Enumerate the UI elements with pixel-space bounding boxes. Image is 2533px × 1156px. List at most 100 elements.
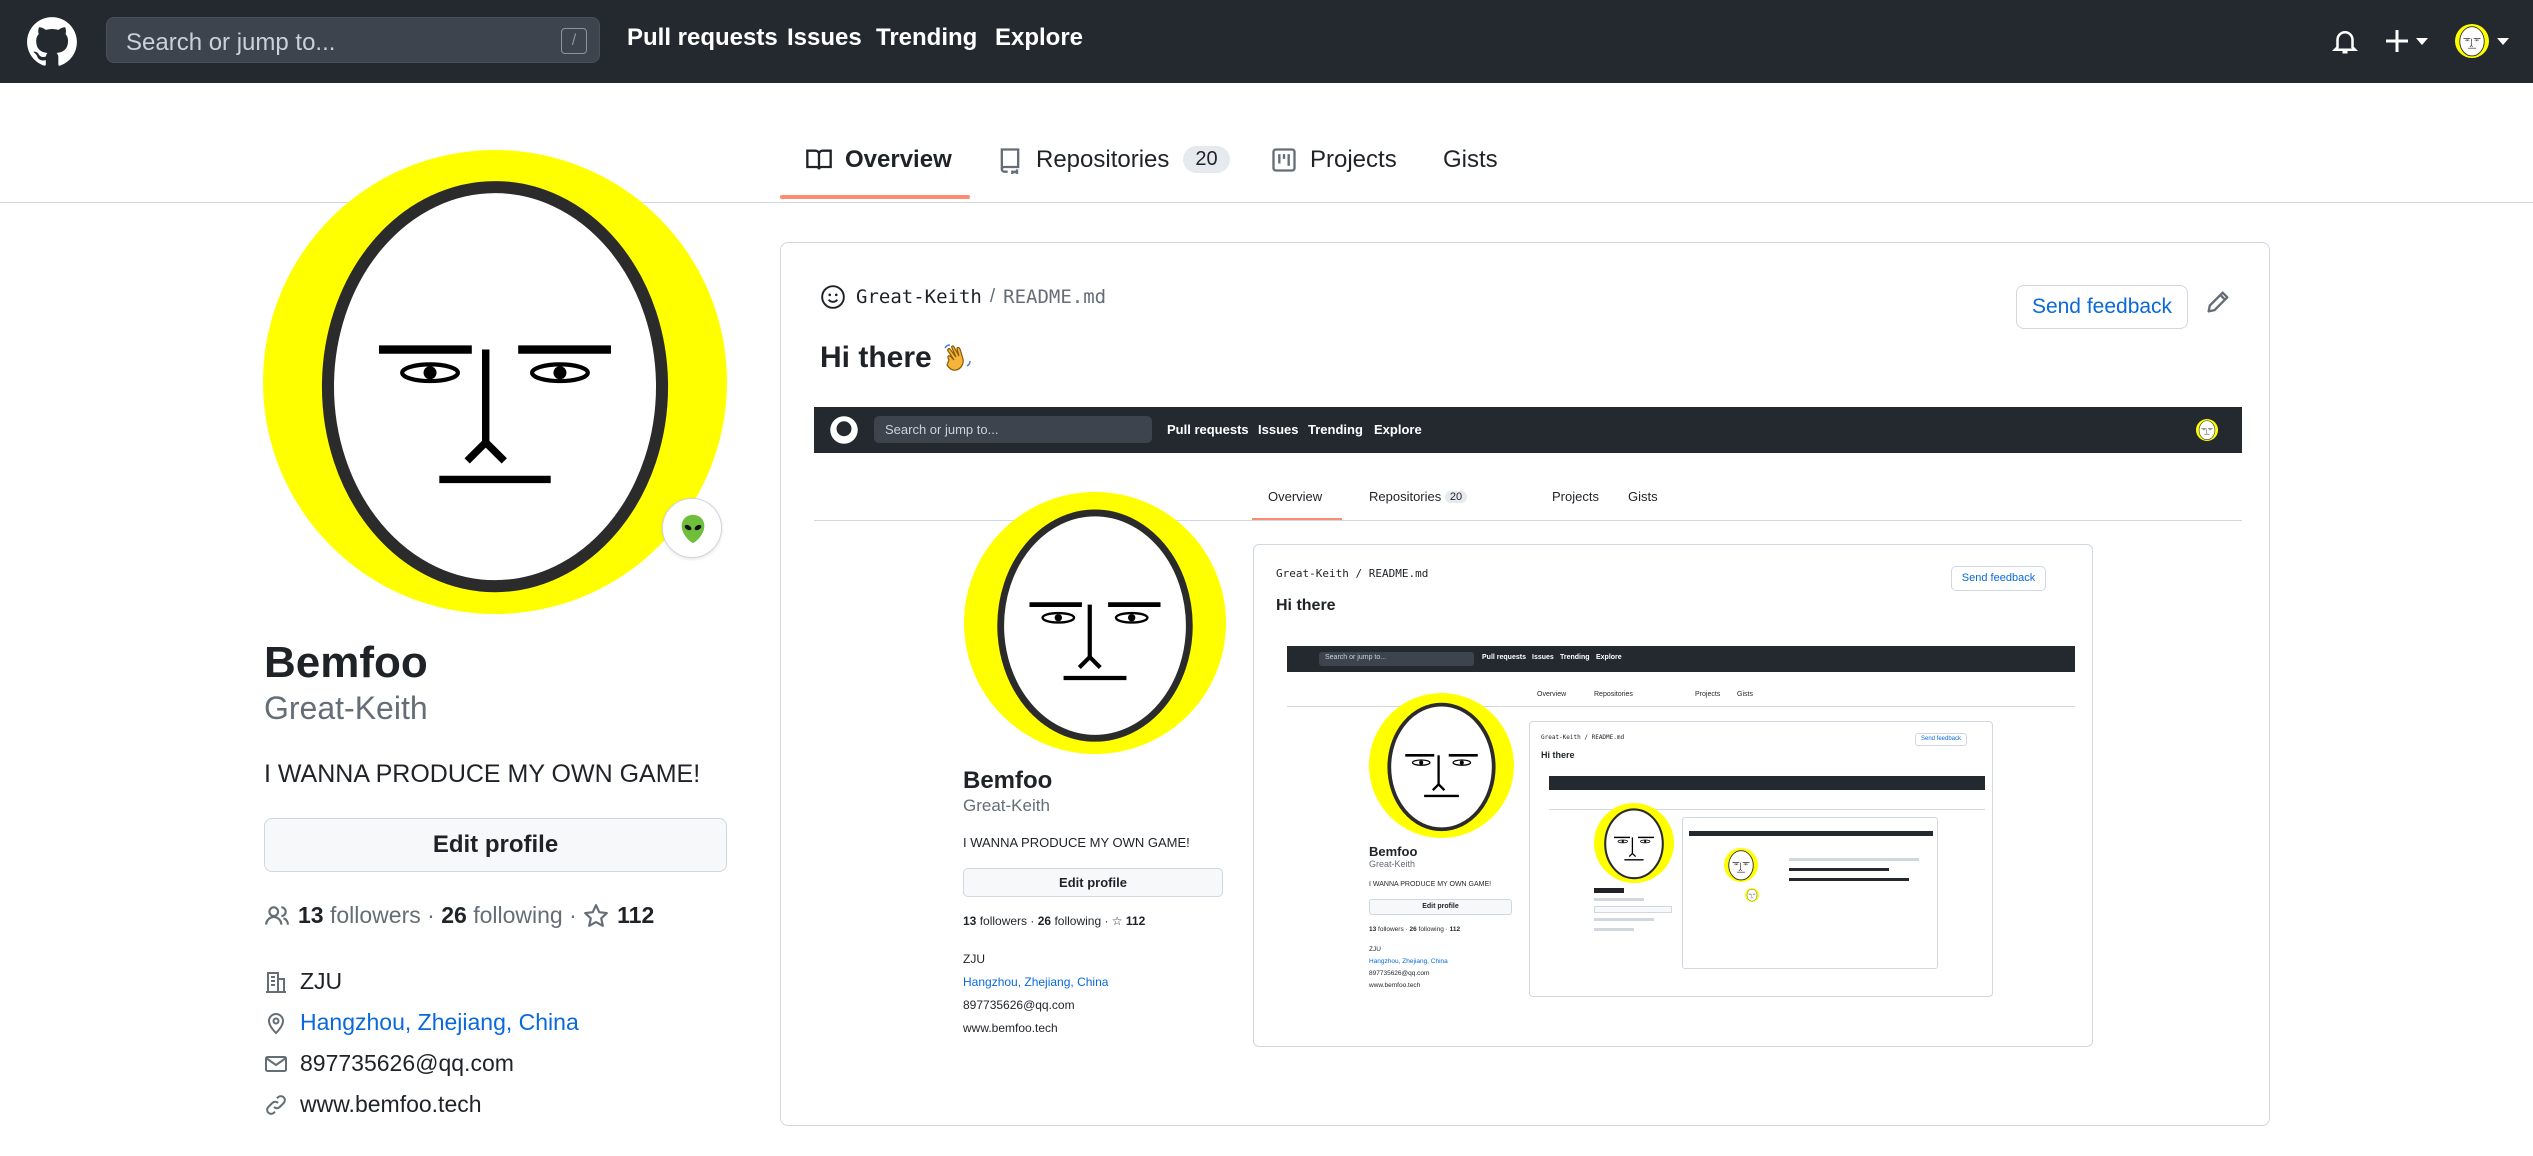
stars-link[interactable]: 112 bbox=[583, 902, 654, 929]
nested-nav-issues: Issues bbox=[1258, 422, 1299, 437]
readme-file-link[interactable]: README.md bbox=[1003, 286, 1106, 308]
nested-follow-stats: 13 followers · 26 following · ☆ 112 bbox=[963, 914, 1146, 928]
profile-name: Bemfoo bbox=[264, 638, 428, 687]
nested2-readme-heading: Hi there bbox=[1541, 750, 1575, 760]
location-text: Hangzhou, Zhejiang, China bbox=[300, 1009, 579, 1035]
nested-stars-count: 112 bbox=[1125, 914, 1146, 928]
profile-company: ZJU bbox=[264, 968, 342, 995]
path-separator: / bbox=[989, 286, 996, 307]
nested-tab-gists: Gists bbox=[1628, 489, 1658, 504]
nested2-search: Search or jump to... bbox=[1319, 652, 1474, 666]
nested2-nav-trending: Trending bbox=[1560, 654, 1590, 661]
project-icon bbox=[1272, 148, 1296, 172]
nested2-nav-explore: Explore bbox=[1596, 654, 1622, 661]
nested-readme-owner: Great-Keith bbox=[1276, 567, 1349, 580]
nav-issues[interactable]: Issues bbox=[787, 24, 862, 52]
nested3-inner-line-1 bbox=[1789, 858, 1919, 861]
nested2-readme-owner: Great-Keith bbox=[1541, 734, 1581, 741]
nested2-profile-bio: I WANNA PRODUCE MY OWN GAME! bbox=[1369, 881, 1492, 888]
nested3-stats-placeholder bbox=[1594, 918, 1654, 921]
nested-readme-path: Great-Keith / README.md bbox=[1276, 567, 1429, 580]
nested3-readme-card bbox=[1682, 817, 1938, 969]
nested-send-feedback-button: Send feedback bbox=[1951, 566, 2046, 591]
nested-tab-overview: Overview bbox=[1268, 489, 1322, 504]
nav-explore[interactable]: Explore bbox=[995, 24, 1083, 52]
stats-separator: · bbox=[569, 902, 577, 928]
alien-icon bbox=[681, 514, 705, 544]
nested-search-placeholder: Search or jump to... bbox=[885, 422, 999, 437]
tab-projects[interactable]: Projects bbox=[1270, 146, 1397, 206]
mail-icon bbox=[265, 1055, 287, 1072]
nested3-details-placeholder bbox=[1594, 928, 1634, 931]
nested-tab-repositories: Repositories 20 bbox=[1369, 489, 1468, 504]
star-icon bbox=[584, 903, 609, 927]
search-shortcut-key: / bbox=[561, 28, 587, 54]
status-badge[interactable] bbox=[662, 498, 722, 558]
nested3-embedded-screenshot bbox=[1549, 776, 1985, 976]
nested-readme-heading: Hi there bbox=[1276, 597, 1336, 614]
nested2-readme-path: Great-Keith / README.md bbox=[1541, 734, 1625, 741]
nav-trending[interactable]: Trending bbox=[876, 24, 977, 52]
readme-embedded-screenshot: Search or jump to... Pull requests Issue… bbox=[814, 407, 2242, 1047]
followers-label: followers bbox=[329, 902, 421, 928]
github-logo-icon bbox=[830, 416, 858, 444]
nested2-followers-count: 13 bbox=[1369, 926, 1377, 933]
nested2-following-count: 26 bbox=[1409, 926, 1417, 933]
email-text: 897735626@qq.com bbox=[300, 1050, 514, 1076]
nested-tab-gists-label: Gists bbox=[1628, 489, 1658, 504]
nested-profile-username: Great-Keith bbox=[963, 796, 1050, 815]
nested2-search-placeholder: Search or jump to... bbox=[1325, 654, 1387, 661]
pencil-icon[interactable] bbox=[2204, 288, 2232, 316]
nested-nav-pull-requests: Pull requests bbox=[1167, 422, 1249, 437]
company-text: ZJU bbox=[300, 968, 343, 994]
nested-edit-profile-button: Edit profile bbox=[963, 868, 1223, 897]
nested2-header: Search or jump to... Pull requests Issue… bbox=[1287, 646, 2075, 672]
nested2-location: Hangzhou, Zhejiang, China bbox=[1369, 958, 1448, 965]
people-icon bbox=[265, 905, 289, 925]
profile-location[interactable]: Hangzhou, Zhejiang, China bbox=[264, 1009, 579, 1036]
nested2-company: ZJU bbox=[1369, 946, 1381, 953]
nested-followers-count: 13 bbox=[963, 914, 977, 928]
nested-followers-label: followers bbox=[979, 914, 1028, 928]
tab-repositories[interactable]: Repositories 20 bbox=[996, 146, 1230, 206]
nested3-inner-avatar-small bbox=[1745, 888, 1759, 902]
nested-following-count: 26 bbox=[1037, 914, 1052, 928]
tab-gists[interactable]: Gists bbox=[1443, 146, 1498, 206]
nested2-readme-file: README.md bbox=[1591, 734, 1625, 741]
nested-nav-trending: Trending bbox=[1308, 422, 1363, 437]
global-header: Search or jump to... / Pull requests Iss… bbox=[0, 0, 2533, 83]
edit-profile-button[interactable]: Edit profile bbox=[264, 818, 727, 872]
tab-overview-label: Overview bbox=[845, 146, 952, 173]
nested2-follow-stats: 13 followers · 26 following · 112 bbox=[1369, 926, 1461, 933]
nested2-tab-repositories: Repositories bbox=[1594, 691, 1633, 698]
tab-gists-label: Gists bbox=[1443, 146, 1498, 173]
github-logo-icon[interactable] bbox=[26, 16, 78, 68]
create-new-menu[interactable] bbox=[2383, 24, 2433, 58]
nested-nav-explore: Explore bbox=[1374, 422, 1422, 437]
readme-owner-link[interactable]: Great-Keith bbox=[856, 286, 982, 308]
search-input[interactable]: Search or jump to... / bbox=[106, 17, 600, 63]
nested2-edit-profile-button: Edit profile bbox=[1369, 899, 1512, 915]
nav-pull-requests[interactable]: Pull requests bbox=[627, 24, 778, 52]
nested-tab-repositories-label: Repositories bbox=[1369, 489, 1442, 504]
nested2-following-label: following bbox=[1418, 926, 1444, 933]
followers-link[interactable]: 13 followers bbox=[298, 902, 421, 929]
following-link[interactable]: 26 following bbox=[441, 902, 562, 929]
nested3-edit-placeholder bbox=[1594, 906, 1672, 913]
nested3-profile-avatar bbox=[1594, 803, 1674, 883]
website-text: www.bemfoo.tech bbox=[300, 1091, 482, 1117]
profile-website[interactable]: www.bemfoo.tech bbox=[264, 1091, 482, 1118]
following-count: 26 bbox=[441, 902, 467, 928]
nested2-nav-pull-requests: Pull requests bbox=[1482, 654, 1526, 661]
stars-count: 112 bbox=[617, 902, 655, 928]
nested-profile-name: Bemfoo bbox=[963, 767, 1053, 794]
profile-email[interactable]: 897735626@qq.com bbox=[264, 1050, 514, 1077]
send-feedback-button[interactable]: Send feedback bbox=[2016, 285, 2188, 329]
profile-avatar[interactable] bbox=[263, 150, 727, 614]
user-avatar-menu[interactable] bbox=[2455, 24, 2511, 58]
bell-icon[interactable] bbox=[2330, 26, 2360, 56]
nested2-email: 897735626@qq.com bbox=[1369, 970, 1430, 977]
repositories-count: 20 bbox=[1183, 146, 1230, 173]
repo-icon bbox=[1000, 148, 1020, 174]
readme-path: Great-Keith / README.md bbox=[820, 284, 1106, 310]
